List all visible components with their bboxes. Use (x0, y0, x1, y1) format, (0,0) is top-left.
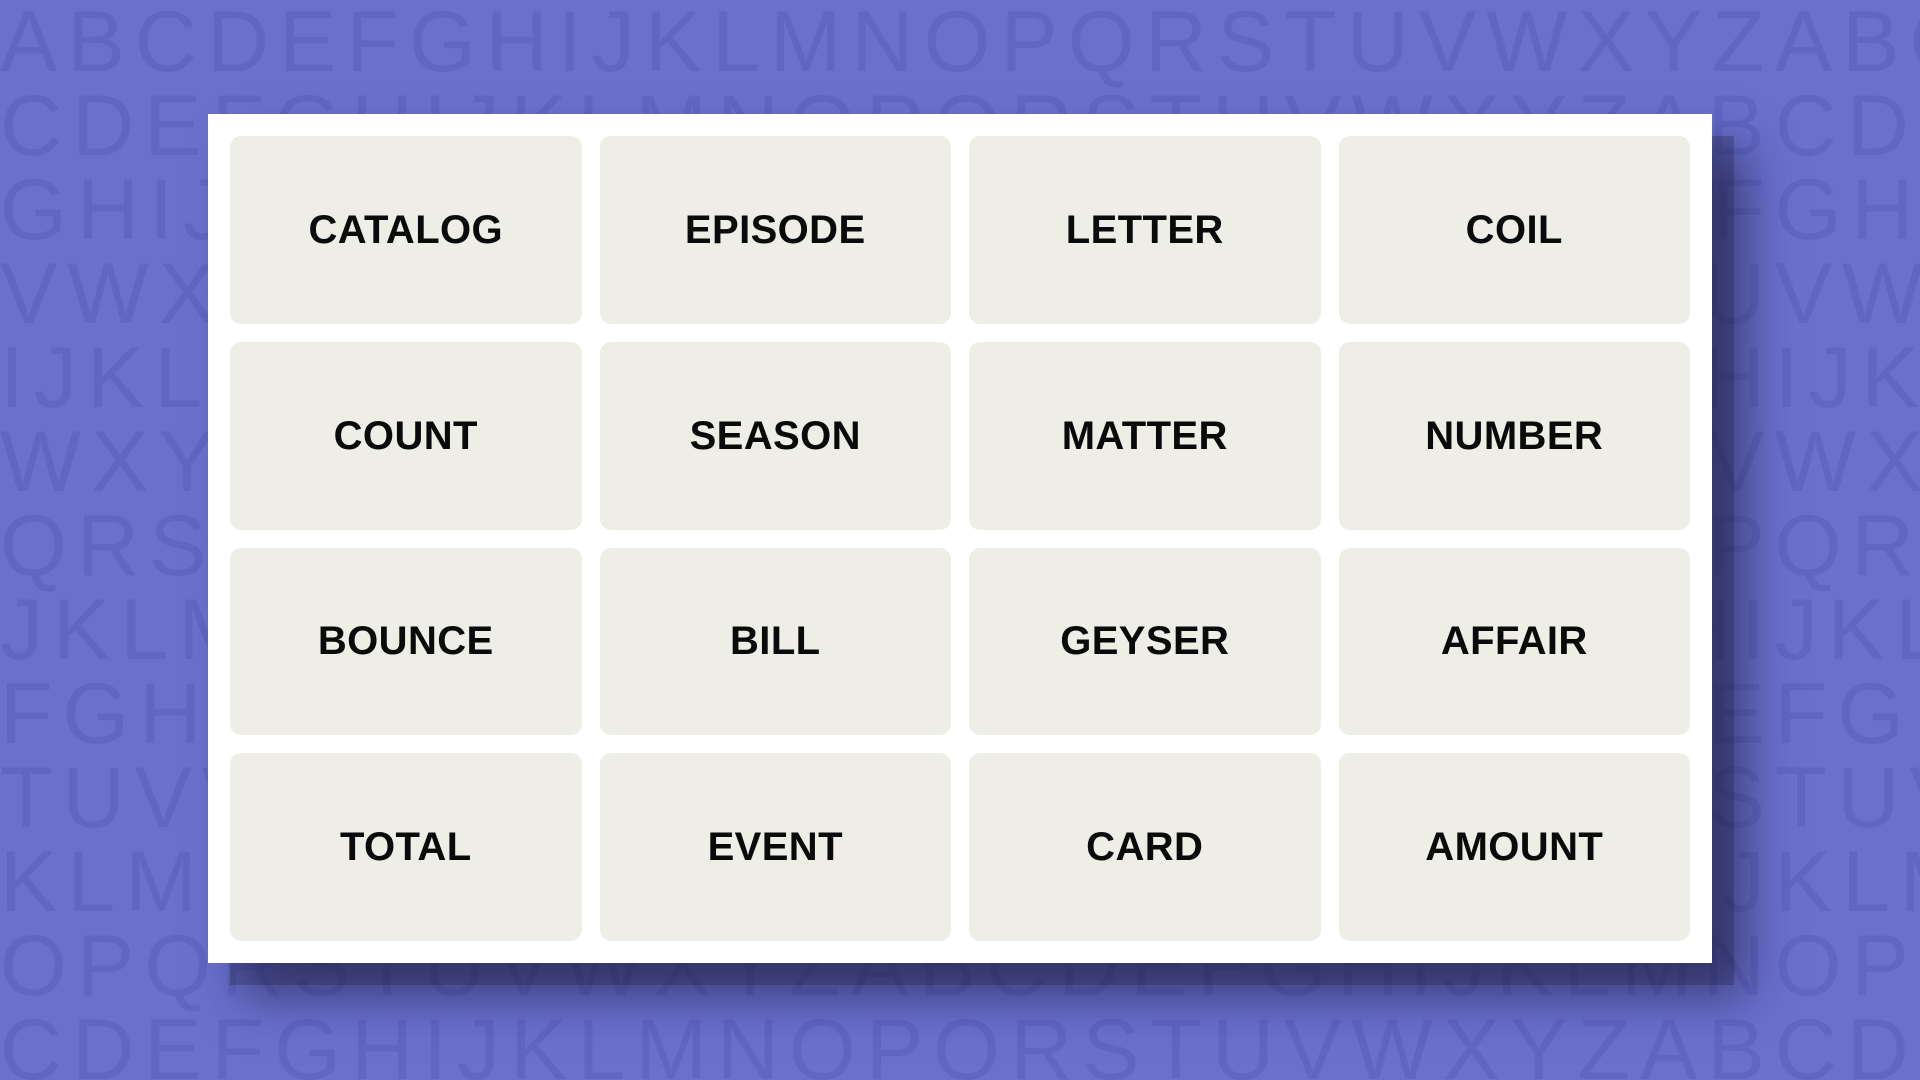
word-tile-label: BILL (730, 619, 821, 664)
word-tile[interactable]: LETTER (969, 136, 1321, 324)
word-tile-label: SEASON (689, 413, 861, 458)
background-pattern-row: ABCDEFGHIJKLMNOPQRSTUVWXYZABCDEFGHIJ (0, 0, 1920, 90)
word-tile-grid: CATALOG EPISODE LETTER COIL COUNT SEASON MATTE… (230, 136, 1690, 941)
word-tile[interactable]: TOTAL (230, 753, 582, 941)
word-tile[interactable]: SEASON (599, 341, 951, 530)
word-tile-label: CATALOG (308, 207, 504, 252)
word-tile[interactable]: EVENT (599, 753, 951, 941)
word-tile[interactable]: COUNT (230, 341, 582, 530)
puzzle-board-card: CATALOG EPISODE LETTER COIL COUNT SEASON MATTE… (208, 114, 1712, 963)
word-tile-label: COIL (1465, 207, 1563, 252)
word-tile-label: GEYSER (1060, 619, 1230, 664)
background-pattern-row: CDEFGHIJKLMNOPQRSTUVWXYZABCDEFGHIJKL (0, 1002, 1920, 1080)
word-tile-label: MATTER (1061, 413, 1228, 458)
word-tile-label: AMOUNT (1425, 825, 1604, 870)
word-tile[interactable]: MATTER (969, 341, 1321, 530)
word-tile-label: EVENT (707, 825, 843, 870)
word-tile-label: AFFAIR (1440, 619, 1588, 664)
word-tile[interactable]: GEYSER (969, 547, 1321, 736)
word-tile[interactable]: CATALOG (230, 136, 582, 324)
word-tile[interactable]: EPISODE (599, 136, 951, 324)
word-tile-label: LETTER (1065, 207, 1224, 252)
word-tile-label: CARD (1086, 825, 1204, 870)
word-tile-label: TOTAL (339, 825, 472, 870)
word-tile-label: COUNT (333, 413, 478, 458)
word-tile[interactable]: COIL (1338, 136, 1690, 324)
word-tile[interactable]: CARD (969, 753, 1321, 941)
word-tile[interactable]: BOUNCE (230, 547, 582, 736)
word-tile[interactable]: AFFAIR (1338, 547, 1690, 736)
word-tile[interactable]: AMOUNT (1338, 753, 1690, 941)
word-tile-label: NUMBER (1425, 413, 1604, 458)
word-tile-label: EPISODE (684, 207, 866, 252)
word-tile-label: BOUNCE (317, 619, 494, 664)
word-tile[interactable]: BILL (599, 547, 951, 736)
word-tile[interactable]: NUMBER (1338, 341, 1690, 530)
